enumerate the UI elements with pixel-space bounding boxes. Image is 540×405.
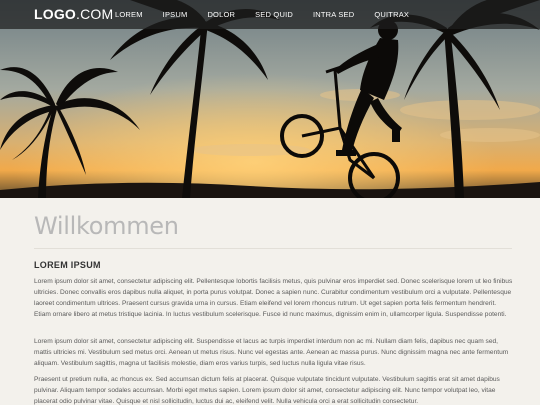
nav-item-sed-quid[interactable]: SED QUID <box>255 10 293 19</box>
hero-photo <box>0 0 540 198</box>
main-content: Willkommen LOREM IPSUM Lorem ipsum dolor… <box>0 198 540 405</box>
paragraph-1: Lorem ipsum dolor sit amet, consectetur … <box>34 278 513 318</box>
logo-bold-text: LOGO <box>34 6 77 22</box>
paragraph-3: Praesent ut pretium nulla, ac rhoncus ex… <box>34 376 500 405</box>
top-nav-bar: LOGO.COM LOREM IPSUM DOLOR SED QUID INTR… <box>0 0 540 29</box>
title-divider <box>34 248 512 249</box>
paragraph-2: Lorem ipsum dolor sit amet, consectetur … <box>34 338 509 367</box>
section-heading: LOREM IPSUM <box>34 260 101 270</box>
logo-light-text: .COM <box>76 6 114 22</box>
page-title: Willkommen <box>34 212 179 240</box>
nav-item-dolor[interactable]: DOLOR <box>207 10 235 19</box>
site-logo[interactable]: LOGO.COM <box>34 6 113 22</box>
nav-item-lorem[interactable]: LOREM <box>115 10 143 19</box>
nav-item-ipsum[interactable]: IPSUM <box>163 10 188 19</box>
nav-item-intra-sed[interactable]: INTRA SED <box>313 10 354 19</box>
nav-item-quitrax[interactable]: QUITRAX <box>374 10 409 19</box>
hero-image <box>0 0 540 198</box>
main-menu: LOREM IPSUM DOLOR SED QUID INTRA SED QUI… <box>115 10 429 19</box>
